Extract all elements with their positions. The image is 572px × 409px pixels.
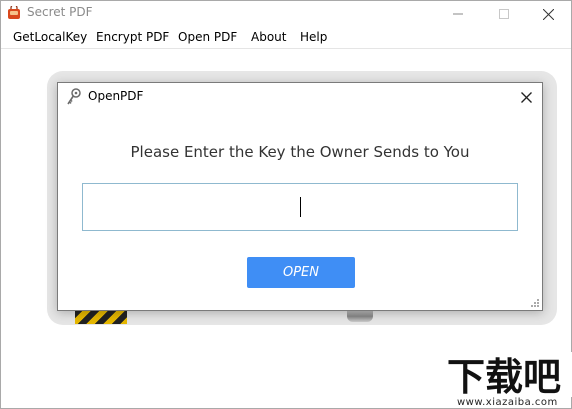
close-icon	[520, 91, 532, 103]
text-caret	[300, 197, 301, 217]
maximize-icon	[499, 9, 509, 19]
watermark-url: www.xiazaiba.com	[457, 397, 558, 408]
dialog-title-bar[interactable]: OpenPDF	[58, 83, 542, 111]
open-button[interactable]: OPEN	[247, 257, 355, 288]
open-pdf-dialog: OpenPDF Please Enter the Key the Owner S…	[57, 82, 543, 311]
title-bar[interactable]: Secret PDF	[1, 1, 571, 27]
maximize-button[interactable]	[481, 1, 527, 27]
menu-about[interactable]: About	[251, 30, 286, 44]
window-close-button[interactable]	[525, 1, 571, 27]
minimize-button[interactable]	[435, 1, 481, 27]
resize-grip-icon[interactable]	[530, 298, 540, 308]
window-title: Secret PDF	[27, 5, 93, 19]
menu-getlocalkey[interactable]: GetLocalKey	[13, 30, 87, 44]
key-prompt-text: Please Enter the Key the Owner Sends to …	[130, 143, 470, 161]
svg-text:下载吧: 下载吧	[447, 355, 561, 399]
close-icon	[542, 8, 554, 20]
menu-encrypt-pdf[interactable]: Encrypt PDF	[96, 30, 169, 44]
dialog-title: OpenPDF	[88, 89, 144, 103]
menu-help[interactable]: Help	[300, 30, 327, 44]
app-icon	[8, 6, 20, 19]
menu-open-pdf[interactable]: Open PDF	[178, 30, 237, 44]
minimize-icon	[453, 13, 463, 15]
menu-bar: GetLocalKey Encrypt PDF Open PDF About H…	[1, 27, 571, 49]
key-icon	[67, 88, 81, 105]
dialog-close-button[interactable]	[514, 86, 538, 108]
